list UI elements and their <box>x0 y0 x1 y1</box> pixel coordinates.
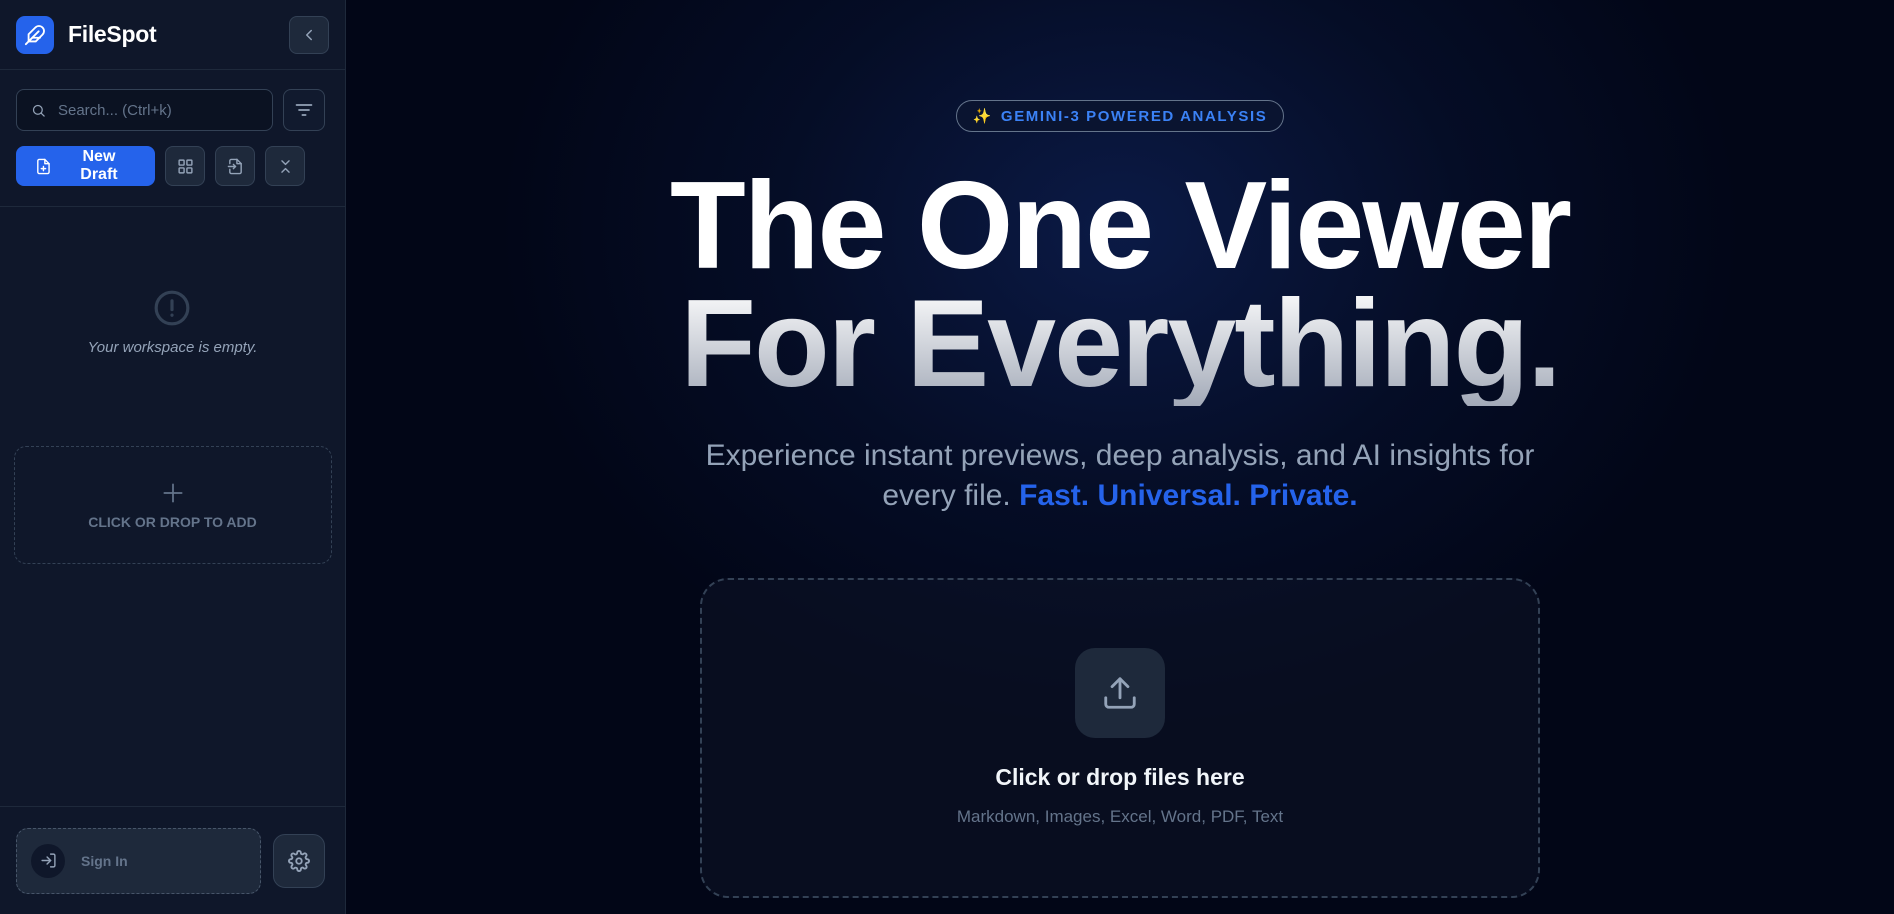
search-icon <box>32 104 45 117</box>
sign-in-button[interactable]: Sign In <box>16 827 261 894</box>
subtitle-accent: Fast. Universal. Private. <box>1019 479 1358 512</box>
sidebar-body: Your workspace is empty. CLICK OR DROP T… <box>0 207 345 806</box>
hero-title-line-1: The One Viewer <box>669 157 1572 295</box>
upload-icon <box>1075 648 1165 738</box>
grid-icon <box>177 158 193 174</box>
sidebar-header: FileSpot <box>0 0 345 70</box>
sparkles-icon: ✨ <box>972 108 993 125</box>
chevrons-collapse-icon <box>280 159 290 173</box>
empty-state: Your workspace is empty. <box>87 289 258 356</box>
filter-button[interactable] <box>283 89 325 131</box>
search-input[interactable] <box>57 101 258 119</box>
dropzone-formats: Markdown, Images, Excel, Word, PDF, Text <box>956 807 1284 826</box>
chevron-left-icon <box>306 29 312 40</box>
badge-text: GEMINI-3 POWERED ANALYSIS <box>1000 107 1268 125</box>
file-dropzone[interactable]: Click or drop files here Markdown, Image… <box>700 578 1540 898</box>
new-draft-label: New Draft <box>80 148 118 183</box>
drop-add-label: CLICK OR DROP TO ADD <box>88 514 257 530</box>
collapse-all-button[interactable] <box>265 146 305 186</box>
filter-lines-icon <box>295 104 313 116</box>
main-content: ✨ GEMINI-3 POWERED ANALYSIS The One View… <box>346 0 1894 914</box>
sidebar-tools: New Draft <box>0 70 345 207</box>
sidebar: FileSpot New Draft <box>0 0 346 914</box>
action-row: New Draft <box>16 146 329 186</box>
sidebar-footer: Sign In <box>0 806 345 914</box>
alert-circle-icon <box>155 290 190 326</box>
feather-icon <box>16 15 54 54</box>
log-in-icon <box>31 843 65 878</box>
import-file-button[interactable] <box>215 146 255 186</box>
click-or-drop-add-zone[interactable]: CLICK OR DROP TO ADD <box>13 446 332 564</box>
collapse-sidebar-button[interactable] <box>289 15 329 54</box>
grid-view-button[interactable] <box>165 146 205 186</box>
dropzone-title: Click or drop files here <box>995 764 1245 790</box>
empty-text: Your workspace is empty. <box>87 339 258 356</box>
search-row <box>16 89 329 131</box>
settings-button[interactable] <box>273 833 325 888</box>
gear-icon <box>288 849 310 872</box>
plus-icon <box>162 483 183 503</box>
gemini-badge: ✨ GEMINI-3 POWERED ANALYSIS <box>955 100 1285 132</box>
sign-in-label: Sign In <box>81 852 128 869</box>
file-plus-icon <box>37 158 50 174</box>
search-box[interactable] <box>16 89 273 131</box>
brand[interactable]: FileSpot <box>16 15 157 54</box>
hero-title-line-2: For Everything. <box>680 275 1561 413</box>
brand-name: FileSpot <box>68 21 157 47</box>
file-import-icon <box>227 158 242 174</box>
new-draft-button[interactable]: New Draft <box>16 146 155 186</box>
hero-subtitle: Experience instant previews, deep analys… <box>670 436 1570 516</box>
